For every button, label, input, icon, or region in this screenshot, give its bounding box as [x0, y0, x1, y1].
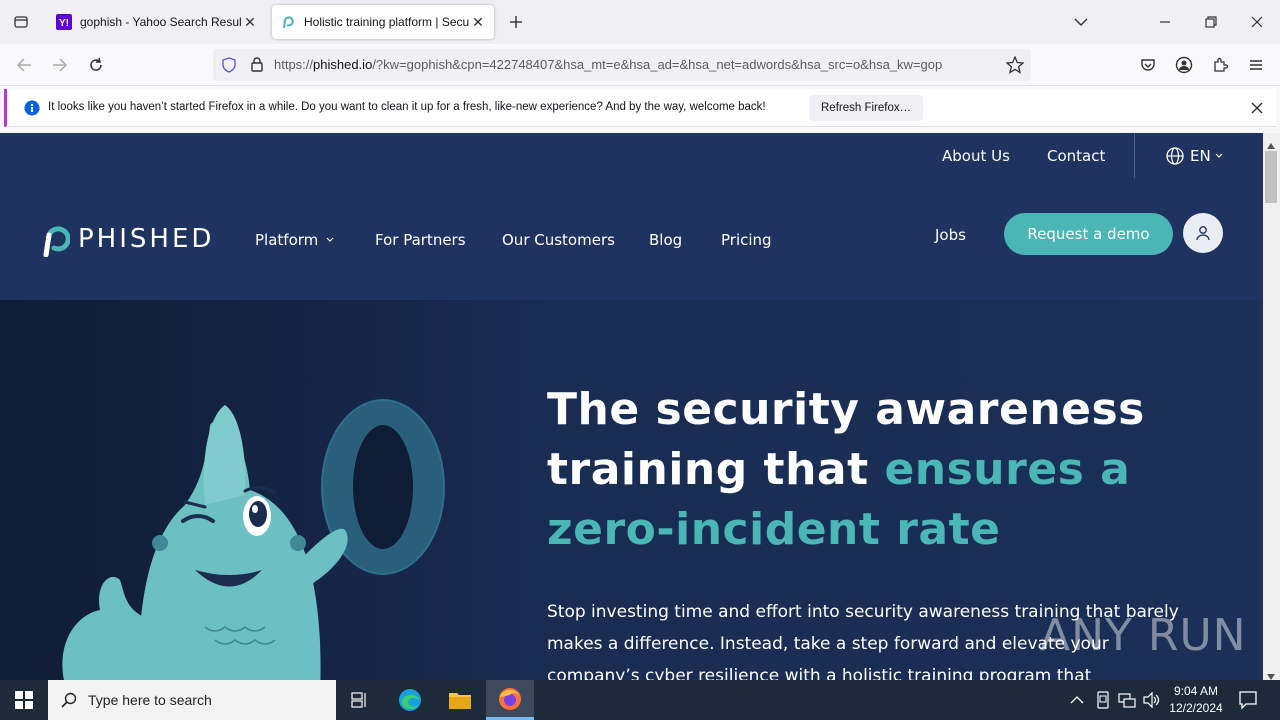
- search-icon: [61, 692, 77, 713]
- tab-title: gophish - Yahoo Search Results: [80, 15, 242, 29]
- globe-icon: [1166, 147, 1184, 165]
- web-page: About Us Contact EN PHISHED Platform For…: [0, 133, 1263, 680]
- scroll-up-icon[interactable]: [1266, 137, 1276, 149]
- close-tab-icon[interactable]: ✕: [242, 14, 258, 30]
- svg-text:Y!: Y!: [59, 18, 69, 29]
- zero-glyph: 0: [55, 395, 56, 396]
- clock-date: 12/2/2024: [1169, 701, 1223, 715]
- extensions-icon[interactable]: [1206, 52, 1234, 78]
- new-tab-icon[interactable]: [504, 10, 528, 34]
- yahoo-icon: Y!: [56, 14, 72, 30]
- close-window-icon[interactable]: [1234, 0, 1280, 44]
- navigation-bar: https://phished.io/?kw=gophish&cpn=42274…: [0, 44, 1280, 86]
- contact-link[interactable]: Contact: [1047, 147, 1105, 165]
- pocket-icon[interactable]: [1134, 52, 1162, 78]
- phished-logo-icon: [40, 221, 70, 257]
- forward-icon[interactable]: [46, 52, 74, 78]
- lock-icon[interactable]: [249, 56, 265, 77]
- refresh-firefox-button[interactable]: Refresh Firefox…: [809, 95, 924, 121]
- file-explorer-icon[interactable]: [436, 680, 484, 720]
- account-icon[interactable]: [1170, 52, 1198, 78]
- close-tab-icon[interactable]: ✕: [470, 14, 486, 30]
- network-icon[interactable]: [1118, 691, 1136, 714]
- tracking-protection-icon[interactable]: [221, 57, 237, 78]
- nav-pricing[interactable]: Pricing: [721, 231, 772, 249]
- phished-logo[interactable]: PHISHED: [40, 221, 214, 257]
- clock-time: 9:04 AM: [1173, 684, 1219, 698]
- menu-icon[interactable]: [1242, 52, 1270, 78]
- logo-text: PHISHED: [78, 224, 215, 254]
- edge-icon[interactable]: [386, 680, 434, 720]
- device-icon[interactable]: [1095, 691, 1111, 714]
- header-divider: [1134, 133, 1135, 178]
- chevron-down-icon: [1215, 153, 1223, 159]
- about-us-link[interactable]: About Us: [942, 147, 1010, 165]
- tab-list-icon[interactable]: [8, 10, 34, 34]
- close-notification-icon[interactable]: [1251, 101, 1263, 119]
- mascot-illustration: 0: [55, 395, 445, 680]
- back-icon[interactable]: [10, 52, 38, 78]
- hero-title: The security awareness training that ens…: [547, 384, 1145, 555]
- tab-yahoo-search[interactable]: Y! gophish - Yahoo Search Results ✕: [48, 5, 266, 39]
- reload-icon[interactable]: [82, 52, 110, 78]
- search-placeholder: Type here to search: [88, 692, 212, 708]
- minimize-icon[interactable]: [1142, 0, 1188, 44]
- anyrun-watermark: ANY RUN: [1040, 610, 1247, 661]
- nav-platform-label: Platform: [255, 231, 319, 249]
- url-text[interactable]: https://phished.io/?kw=gophish&cpn=42274…: [274, 57, 999, 72]
- bookmark-star-icon[interactable]: [1005, 55, 1025, 79]
- url-bar[interactable]: https://phished.io/?kw=gophish&cpn=42274…: [213, 49, 1031, 81]
- restore-icon[interactable]: [1188, 0, 1234, 44]
- site-header: About Us Contact EN PHISHED Platform For…: [0, 133, 1263, 300]
- chevron-down-icon: [326, 237, 334, 243]
- nav-for-partners[interactable]: For Partners: [375, 231, 466, 249]
- firefox-icon[interactable]: [486, 680, 534, 720]
- tab-title: Holistic training platform | Secu: [304, 15, 470, 29]
- language-selector[interactable]: EN: [1166, 147, 1223, 165]
- scrollbar-thumb[interactable]: [1265, 151, 1277, 203]
- nav-platform[interactable]: Platform: [255, 231, 334, 249]
- user-icon: [1195, 225, 1211, 241]
- tab-bar: Y! gophish - Yahoo Search Results ✕ Holi…: [0, 0, 1280, 44]
- nav-jobs[interactable]: Jobs: [935, 226, 966, 244]
- language-label: EN: [1190, 147, 1211, 165]
- page-scrollbar[interactable]: [1263, 133, 1280, 680]
- request-demo-button[interactable]: Request a demo: [1004, 213, 1173, 255]
- tab-phished[interactable]: Holistic training platform | Secu ✕: [272, 5, 494, 39]
- windows-taskbar: Type here to search 9:04 AM 12/2/2024: [0, 680, 1280, 720]
- nav-blog[interactable]: Blog: [649, 231, 682, 249]
- scroll-down-icon[interactable]: [1266, 668, 1276, 680]
- refresh-firefox-notification: It looks like you haven’t started Firefo…: [4, 89, 1276, 127]
- user-account-button[interactable]: [1183, 213, 1223, 253]
- volume-icon[interactable]: [1142, 691, 1160, 714]
- nav-our-customers[interactable]: Our Customers: [502, 231, 615, 249]
- taskbar-clock[interactable]: 9:04 AM 12/2/2024: [1160, 683, 1232, 717]
- windows-start-icon[interactable]: [0, 680, 48, 720]
- list-all-tabs-icon[interactable]: [1058, 0, 1104, 44]
- notifications-icon[interactable]: [1238, 690, 1258, 715]
- task-view-icon[interactable]: [336, 680, 384, 720]
- show-hidden-icons[interactable]: [1070, 692, 1084, 710]
- info-icon: [24, 100, 40, 121]
- taskbar-search[interactable]: Type here to search: [48, 680, 336, 720]
- notification-message: It looks like you haven’t started Firefo…: [48, 101, 766, 113]
- phished-icon: [280, 14, 296, 30]
